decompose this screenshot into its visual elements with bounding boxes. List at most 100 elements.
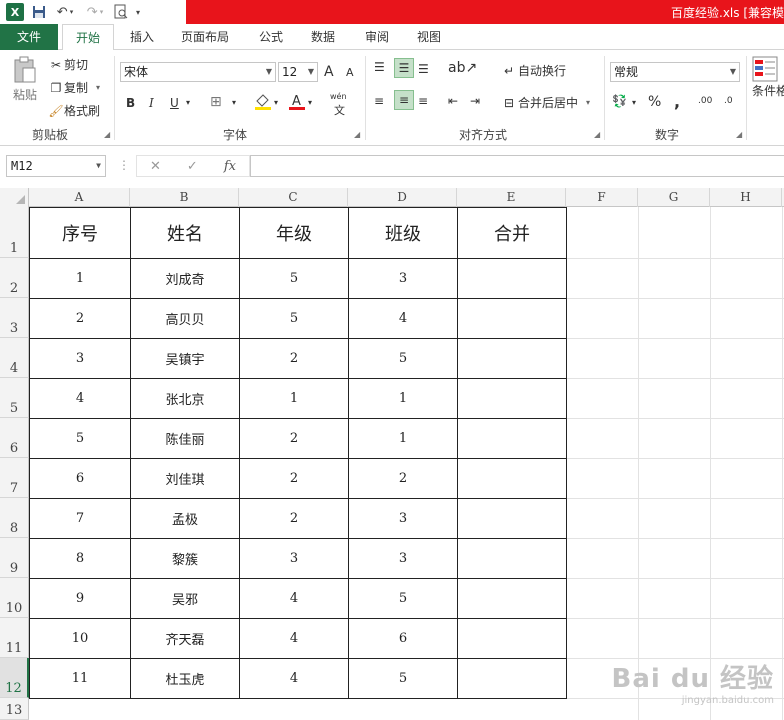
row-header-10[interactable]: 10 xyxy=(0,578,29,618)
header-cell-grade[interactable]: 年级 xyxy=(239,207,349,259)
align-middle-icon[interactable]: ☰ xyxy=(394,58,414,78)
cell[interactable] xyxy=(457,538,567,579)
select-all-corner[interactable] xyxy=(0,188,29,207)
row-header-2[interactable]: 2 xyxy=(0,258,29,298)
cell[interactable]: 刘佳琪 xyxy=(130,458,240,499)
row-header-1[interactable]: 1 xyxy=(0,207,29,258)
row-header-12[interactable]: 12 xyxy=(0,658,29,698)
cell[interactable]: 3 xyxy=(348,538,458,579)
bold-button[interactable]: B xyxy=(126,96,135,110)
wrap-text-button[interactable]: ↵ 自动换行 xyxy=(500,62,566,79)
cell[interactable]: 5 xyxy=(348,578,458,619)
align-bottom-icon[interactable]: ☰ xyxy=(418,62,429,76)
cell[interactable]: 3 xyxy=(348,258,458,299)
cell[interactable]: 5 xyxy=(239,258,349,299)
row-header-3[interactable]: 3 xyxy=(0,298,29,338)
cell[interactable]: 1 xyxy=(29,258,131,299)
fill-color-icon[interactable] xyxy=(254,92,272,113)
dialog-launcher-icon[interactable]: ◢ xyxy=(104,130,110,139)
dialog-launcher-icon[interactable]: ◢ xyxy=(594,130,600,139)
increase-indent-icon[interactable]: ⇥ xyxy=(470,94,480,108)
formula-bar-grip[interactable]: ⋮ xyxy=(118,158,130,172)
cell[interactable]: 10 xyxy=(29,618,131,659)
tab-page-layout[interactable]: 页面布局 xyxy=(172,24,238,50)
customize-qat-icon[interactable]: ▾ xyxy=(132,2,144,22)
cell[interactable]: 9 xyxy=(29,578,131,619)
align-center-icon[interactable]: ≡ xyxy=(394,90,414,110)
cell[interactable]: 刘成奇 xyxy=(130,258,240,299)
tab-formulas[interactable]: 公式 xyxy=(250,24,292,50)
dialog-launcher-icon[interactable]: ◢ xyxy=(354,130,360,139)
column-header-e[interactable]: E xyxy=(457,188,566,207)
cell[interactable]: 1 xyxy=(348,418,458,459)
cell[interactable]: 2 xyxy=(239,498,349,539)
increase-decimal-button[interactable]: .00 xyxy=(698,96,712,106)
cell[interactable]: 3 xyxy=(29,338,131,379)
cell[interactable] xyxy=(457,498,567,539)
cell[interactable] xyxy=(457,418,567,459)
cell[interactable]: 8 xyxy=(29,538,131,579)
chevron-down-icon[interactable]: ▾ xyxy=(308,98,312,107)
paste-button[interactable]: 粘贴 xyxy=(8,56,42,103)
grow-font-button[interactable]: A xyxy=(324,64,334,80)
conditional-format-button[interactable]: 条件格 xyxy=(752,56,784,99)
column-header-a[interactable]: A xyxy=(29,188,130,207)
cell[interactable]: 2 xyxy=(239,458,349,499)
tab-review[interactable]: 审阅 xyxy=(356,24,398,50)
cell[interactable]: 4 xyxy=(29,378,131,419)
cell[interactable]: 吴邪 xyxy=(130,578,240,619)
cell[interactable] xyxy=(457,378,567,419)
column-header-f[interactable]: F xyxy=(566,188,638,207)
header-cell-seq[interactable]: 序号 xyxy=(29,207,131,259)
font-size-select[interactable]: 12 ▼ xyxy=(278,62,318,82)
column-header-d[interactable]: D xyxy=(348,188,457,207)
cell[interactable]: 2 xyxy=(29,298,131,339)
cell[interactable]: 11 xyxy=(29,658,131,699)
row-header-11[interactable]: 11 xyxy=(0,618,29,658)
cell[interactable] xyxy=(457,298,567,339)
tab-file[interactable]: 文件 xyxy=(0,24,58,50)
cell[interactable]: 孟极 xyxy=(130,498,240,539)
cell[interactable]: 5 xyxy=(348,658,458,699)
insert-function-icon[interactable]: fx xyxy=(224,159,236,174)
row-header-9[interactable]: 9 xyxy=(0,538,29,578)
column-header-c[interactable]: C xyxy=(239,188,348,207)
number-format-select[interactable]: 常规 ▼ xyxy=(610,62,740,82)
cell[interactable]: 1 xyxy=(239,378,349,419)
chevron-down-icon[interactable]: ▾ xyxy=(232,98,236,107)
decrease-decimal-button[interactable]: .0 xyxy=(724,96,733,106)
print-preview-icon[interactable] xyxy=(110,2,132,22)
copy-button[interactable]: ❐ 复制 ▾ xyxy=(48,79,100,96)
percent-button[interactable]: % xyxy=(648,94,661,110)
format-painter-button[interactable]: 🖌 格式刷 xyxy=(48,102,100,119)
dialog-launcher-icon[interactable]: ◢ xyxy=(736,130,742,139)
header-cell-class[interactable]: 班级 xyxy=(348,207,458,259)
italic-button[interactable]: I xyxy=(149,96,154,110)
cell[interactable] xyxy=(457,658,567,699)
cell[interactable]: 4 xyxy=(239,658,349,699)
row-header-8[interactable]: 8 xyxy=(0,498,29,538)
column-header-b[interactable]: B xyxy=(130,188,239,207)
align-left-icon[interactable]: ≡ xyxy=(374,94,384,108)
cell[interactable]: 齐天磊 xyxy=(130,618,240,659)
cell[interactable]: 陈佳丽 xyxy=(130,418,240,459)
orientation-icon[interactable]: ab↗ xyxy=(448,60,477,76)
cell[interactable]: 高贝贝 xyxy=(130,298,240,339)
cancel-icon[interactable]: ✕ xyxy=(150,159,161,174)
tab-view[interactable]: 视图 xyxy=(408,24,450,50)
cell[interactable]: 2 xyxy=(239,418,349,459)
cell[interactable]: 7 xyxy=(29,498,131,539)
undo-icon[interactable]: ↶ ▾ xyxy=(50,2,80,22)
cell[interactable] xyxy=(457,578,567,619)
column-header-h[interactable]: H xyxy=(710,188,782,207)
cell[interactable]: 黎簇 xyxy=(130,538,240,579)
chevron-down-icon[interactable]: ▾ xyxy=(274,98,278,107)
row-header-7[interactable]: 7 xyxy=(0,458,29,498)
cut-button[interactable]: ✂ 剪切 xyxy=(48,56,88,73)
cell[interactable]: 张北京 xyxy=(130,378,240,419)
font-name-select[interactable]: 宋体 ▼ xyxy=(120,62,276,82)
decrease-indent-icon[interactable]: ⇤ xyxy=(448,94,458,108)
cell[interactable]: 4 xyxy=(239,618,349,659)
shrink-font-button[interactable]: A xyxy=(346,66,354,79)
row-header-4[interactable]: 4 xyxy=(0,338,29,378)
